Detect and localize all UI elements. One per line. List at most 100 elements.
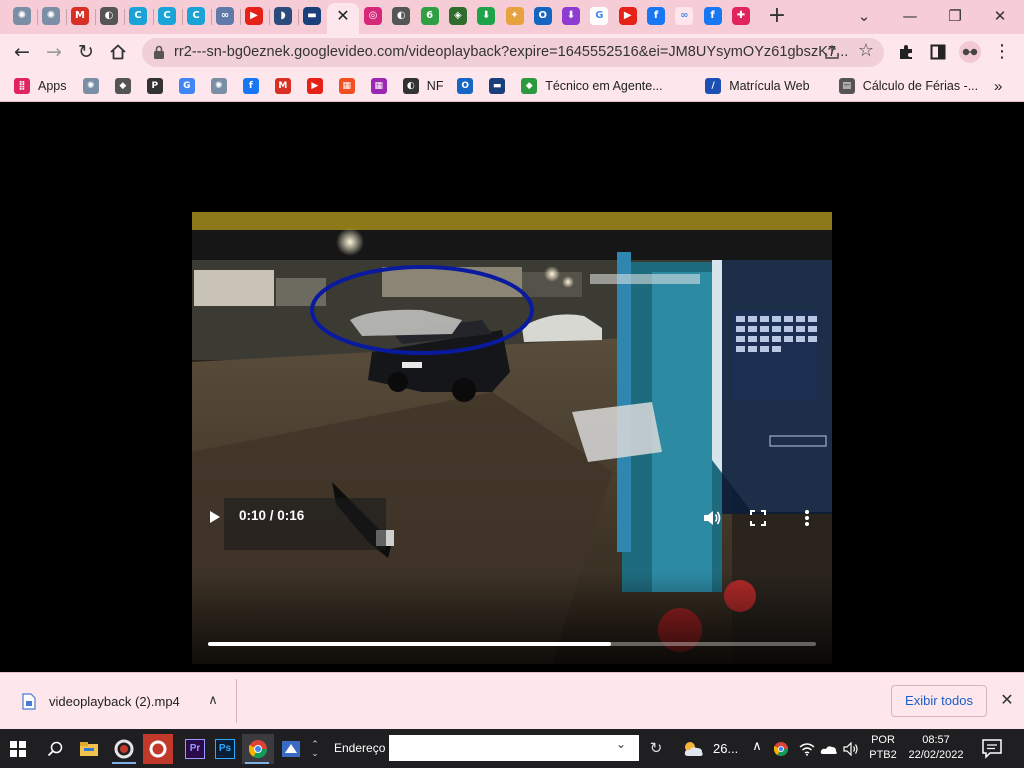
bookmark-google-icon[interactable]: G (178, 76, 195, 96)
opera-app-icon[interactable] (109, 734, 139, 764)
toolbar-scroll-arrows-icon[interactable]: ⌃ ⌄ (308, 734, 322, 764)
weather-temperature[interactable]: 26... (713, 741, 738, 756)
tab-facebook-icon[interactable]: f (647, 7, 665, 25)
bookmark-layers-icon[interactable]: ◆ (114, 76, 131, 96)
lock-icon[interactable] (152, 44, 166, 60)
tab-facebook-icon[interactable]: f (703, 7, 722, 25)
onedrive-cloud-icon[interactable] (818, 737, 840, 761)
bookmark-facebook-icon[interactable]: f (242, 76, 259, 96)
back-button[interactable]: ← (8, 38, 36, 66)
video-player[interactable]: 0:10 / 0:16 (192, 212, 832, 664)
bookmark-colorful-grid-icon[interactable]: ▦ (370, 76, 387, 96)
forward-button[interactable]: → (40, 38, 68, 66)
tab-download-purple-icon[interactable]: ⬇ (562, 7, 581, 25)
bookmarks-overflow-button[interactable]: » (994, 76, 1002, 96)
arrow-right-icon: → (46, 41, 62, 63)
input-language-indicator[interactable]: POR PTB2 (868, 733, 898, 763)
tab-download-green-icon[interactable]: ⬇ (477, 7, 496, 25)
bookmark-nf[interactable]: ◐ NF (402, 76, 443, 96)
tab-seashell-icon[interactable]: ✺ (42, 7, 60, 25)
bookmark-youtube-icon[interactable]: ▶ (306, 76, 323, 96)
bookmark-seashell-icon[interactable]: ✺ (210, 76, 227, 96)
search-icon[interactable] (40, 734, 70, 764)
windows-start-icon[interactable] (3, 734, 33, 764)
tab-gmail-icon[interactable]: M (71, 7, 89, 25)
url-text[interactable]: rr2---sn-bg0eznek.googlevideo.com/videop… (174, 44, 848, 60)
chevron-down-icon[interactable]: ⌄ (616, 737, 626, 751)
tab-canva-icon[interactable]: C (187, 7, 205, 25)
bookmark-seashell-icon[interactable]: ✺ (82, 76, 99, 96)
bookmark-bank-logo-icon[interactable]: ▬ (489, 76, 506, 96)
tab-seashell-icon[interactable]: ✺ (13, 7, 31, 25)
video-progress-bar[interactable] (208, 642, 816, 646)
tab-plus-red-icon[interactable]: ✚ (731, 7, 750, 25)
bookmark-p-logo-icon[interactable]: P (146, 76, 163, 96)
refresh-icon[interactable]: ↻ (644, 737, 668, 759)
tab-outlook-icon[interactable]: O (533, 7, 552, 25)
tab-pinwheel-icon[interactable]: ✦ (505, 7, 524, 25)
weather-cloud-icon[interactable] (680, 734, 708, 764)
photoshop-icon[interactable]: Ps (210, 734, 240, 764)
tab-whale-icon[interactable]: ◗ (274, 7, 292, 25)
tab-canva-icon[interactable]: C (129, 7, 147, 25)
tab-bank-logo-icon[interactable]: ▬ (303, 7, 321, 25)
tab-separator (298, 9, 299, 25)
globe-icon: ◐ (402, 78, 419, 94)
close-download-shelf-icon[interactable]: ✕ (996, 689, 1018, 711)
bookmark-c-lculo-de-f-rias[interactable]: ▤ Cálculo de Férias -... (838, 76, 978, 96)
premiere-pro-icon[interactable]: Pr (180, 734, 210, 764)
bookmark-outlook-icon[interactable]: O (457, 76, 474, 96)
opera-gx-app-icon[interactable] (143, 734, 173, 764)
share-icon[interactable] (822, 42, 842, 62)
play-icon[interactable] (206, 509, 222, 525)
tab-instagram-icon[interactable]: ◎ (364, 7, 382, 25)
volume-icon[interactable] (702, 509, 722, 527)
tab-green-six-icon[interactable]: 6 (420, 7, 439, 25)
tab-meta-icon[interactable]: ∞ (675, 7, 694, 25)
tab-search-chevron-down-icon[interactable]: ⌄ (844, 2, 884, 30)
address-bar[interactable]: rr2---sn-bg0eznek.googlevideo.com/videop… (142, 38, 884, 67)
tab-youtube-icon[interactable]: ▶ (618, 7, 637, 25)
tab-youtube-icon[interactable]: ▶ (245, 7, 263, 25)
bookmark-star-icon[interactable]: ☆ (856, 41, 876, 61)
download-filename[interactable]: videoplayback (2).mp4 (49, 694, 180, 709)
extensions-puzzle-icon[interactable] (893, 39, 919, 65)
file-explorer-icon[interactable] (74, 734, 104, 764)
bookmark-apps[interactable]: ⣿ Apps (14, 76, 67, 96)
more-options-icon[interactable] (802, 508, 812, 528)
home-button[interactable] (104, 38, 132, 66)
new-tab-button[interactable]: + (766, 4, 788, 28)
maximize-button[interactable]: ❐ (935, 2, 975, 30)
tab-google-icon[interactable]: G (590, 7, 609, 25)
speaker-icon[interactable] (840, 737, 862, 761)
show-all-downloads-button[interactable]: Exibir todos (891, 685, 987, 717)
tab-canva-icon[interactable]: C (158, 7, 176, 25)
bank-logo-icon: ▬ (489, 78, 506, 94)
bookmark-gmail-icon[interactable]: M (274, 76, 291, 96)
side-panel-icon[interactable] (925, 39, 951, 65)
tab-shield-badge-icon[interactable]: ◈ (448, 7, 467, 25)
bookmark-matr-cula-web[interactable]: / Matrícula Web (705, 76, 810, 96)
chrome-tray-icon[interactable] (770, 737, 792, 761)
reload-button[interactable]: ↻ (72, 38, 100, 66)
wifi-icon[interactable] (796, 737, 818, 761)
chevron-up-icon[interactable]: ∧ (204, 691, 222, 711)
system-clock[interactable]: 08:57 22/02/2022 (905, 733, 967, 763)
tab-globe-icon[interactable]: ◐ (392, 7, 411, 25)
bookmark-t-cnico-em-agente[interactable]: ◆ Técnico em Agente... (521, 76, 663, 96)
window-close-button[interactable]: ✕ (980, 2, 1020, 30)
bookmark-microsoft-icon[interactable]: ▦ (338, 76, 355, 96)
address-toolbar-input[interactable] (389, 735, 639, 761)
app-taskbar-icon[interactable] (276, 734, 306, 764)
minimize-button[interactable]: — (890, 2, 930, 30)
profile-avatar[interactable] (957, 39, 983, 65)
bookmark-label: Técnico em Agente... (545, 79, 663, 93)
menu-kebab-icon[interactable]: ⋮ (989, 39, 1015, 65)
close-tab-icon[interactable]: ✕ (334, 6, 352, 26)
notification-center-icon[interactable] (980, 737, 1004, 759)
fullscreen-icon[interactable] (750, 510, 766, 526)
tab-globe-icon[interactable]: ◐ (100, 7, 118, 25)
tab-link-icon[interactable]: ∞ (216, 7, 234, 25)
tray-chevron-up-icon[interactable]: ∧ (749, 739, 765, 754)
chrome-taskbar-icon[interactable] (242, 734, 274, 764)
